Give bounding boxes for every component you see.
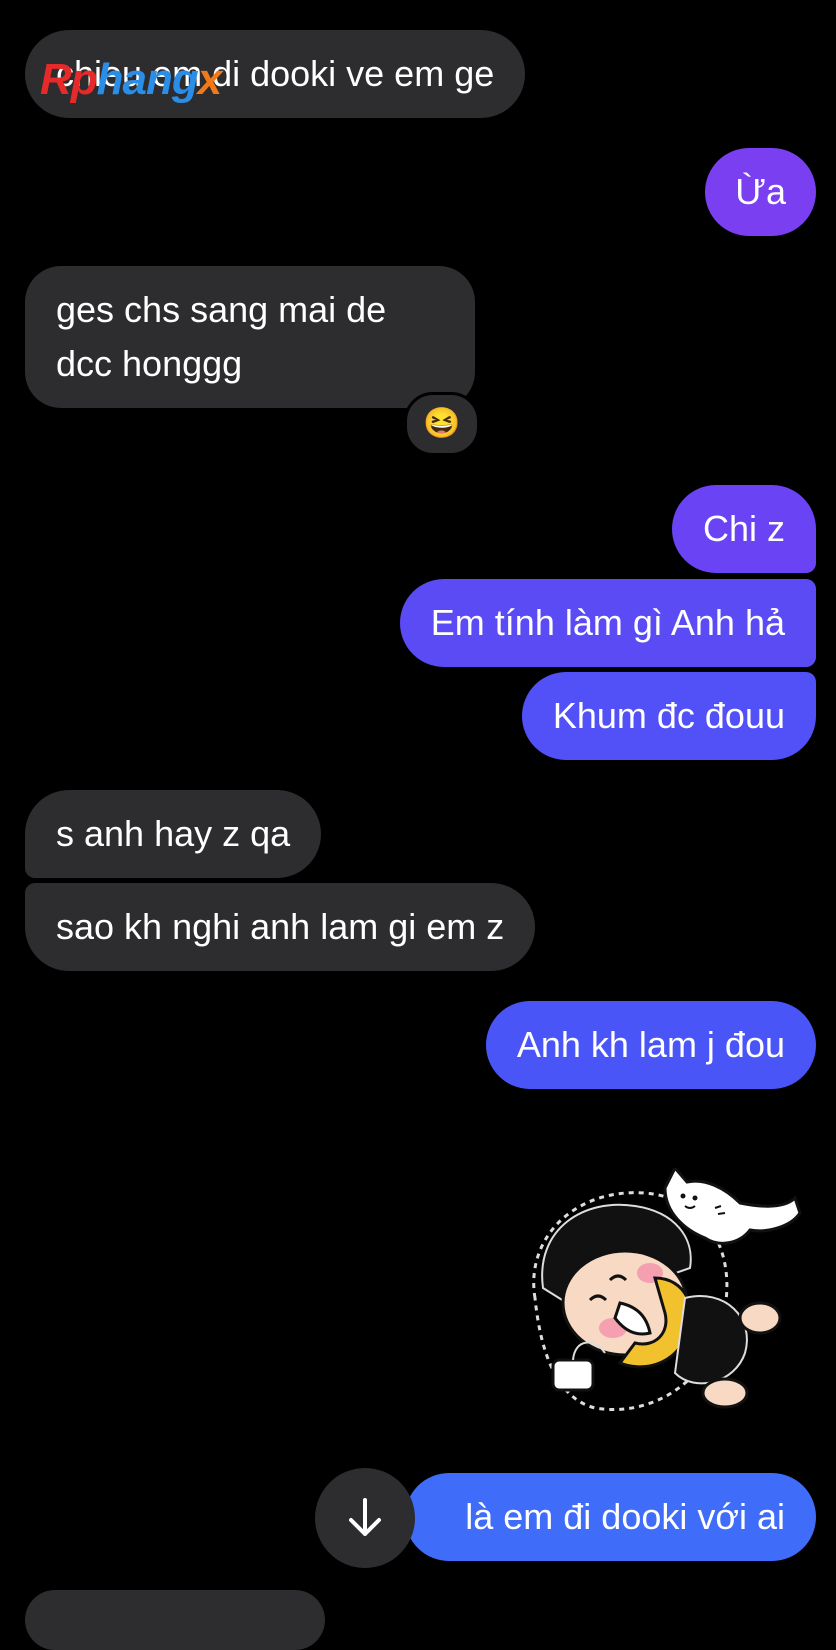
message-reaction[interactable]: 😆 [404, 392, 480, 456]
message-text: sao kh nghi anh lam gi em z [56, 906, 505, 947]
sticker-image[interactable] [515, 1165, 815, 1428]
message-text: là em đi dooki với ai [465, 1496, 785, 1537]
incoming-message[interactable]: ges chs sang mai de dcc honggg [25, 266, 475, 408]
message-text: Chi z [702, 508, 785, 549]
arrow-down-icon [349, 1498, 381, 1536]
outgoing-message[interactable]: Ừa [705, 148, 816, 236]
sleeping-child-and-cat-icon [532, 1165, 802, 1411]
outgoing-message[interactable]: là em đi dooki với ai [405, 1473, 816, 1561]
outgoing-message[interactable]: Khum đc đouu [521, 672, 816, 760]
message-text: Anh kh lam j đou [516, 1024, 785, 1065]
outgoing-message[interactable]: Em tính làm gì Anh hả [399, 579, 816, 667]
outgoing-message[interactable]: Chi z [671, 485, 816, 573]
message-text: Khum đc đouu [552, 695, 785, 736]
incoming-message[interactable]: sao kh nghi anh lam gi em z [25, 883, 536, 971]
incoming-message[interactable]: s anh hay z qa [25, 790, 322, 878]
message-text: Em tính làm gì Anh hả [430, 602, 785, 643]
outgoing-message[interactable]: Anh kh lam j đou [485, 1001, 816, 1089]
message-text: ges chs sang mai de dcc honggg [56, 289, 387, 384]
incoming-message-partial[interactable] [25, 1590, 325, 1650]
watermark-logo: Rphangx [40, 55, 222, 104]
scroll-to-bottom-button[interactable] [315, 1468, 415, 1568]
grinning-squinting-face-icon: 😆 [423, 407, 461, 440]
message-text: s anh hay z qa [56, 813, 291, 854]
message-text: Ừa [735, 171, 786, 212]
